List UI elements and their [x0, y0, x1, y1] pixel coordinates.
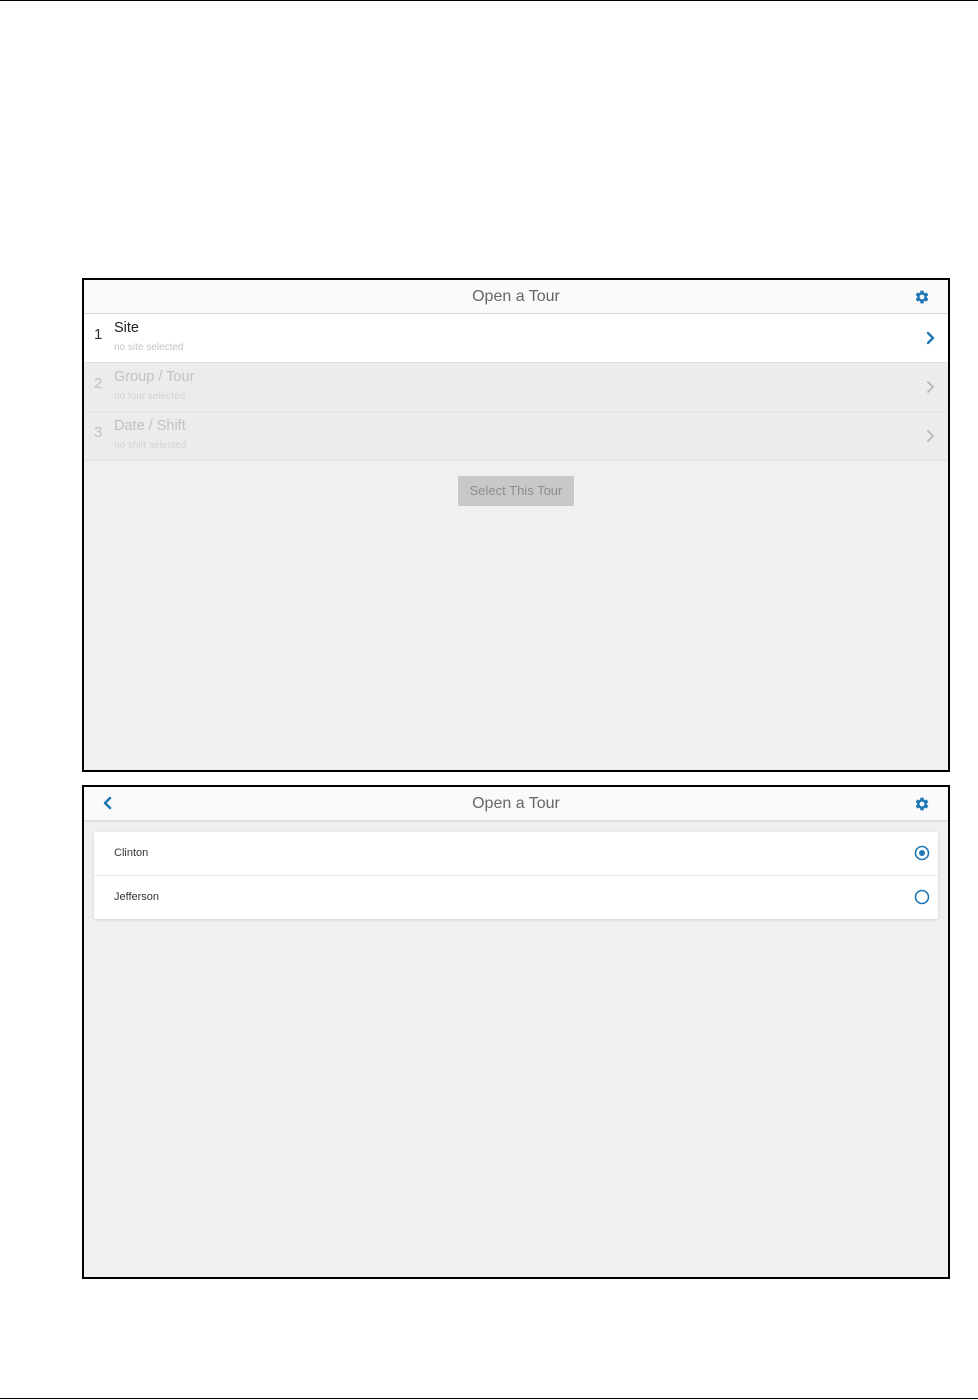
step-number: 3	[94, 424, 103, 441]
step-label: Site	[114, 320, 139, 336]
step-label: Group / Tour	[114, 369, 195, 385]
step-sublabel: no shift selected	[114, 440, 187, 451]
chevron-right-icon	[927, 430, 934, 442]
site-name: Clinton	[114, 847, 149, 859]
step-group-tour-row: 2 Group / Tour no tour selected	[84, 363, 948, 412]
step-sublabel: no site selected	[114, 342, 184, 353]
step-number: 1	[94, 326, 103, 343]
step-sublabel: no tour selected	[114, 391, 186, 402]
gear-icon[interactable]	[914, 289, 930, 305]
radio-selected-icon[interactable]	[914, 845, 930, 861]
page-top-rule	[0, 0, 978, 1]
page-bottom-rule	[0, 1398, 978, 1399]
page-title: Open a Tour	[472, 288, 560, 305]
app-bar: Open a Tour	[84, 280, 948, 314]
select-this-tour-button[interactable]: Select This Tour	[458, 476, 574, 506]
step-label: Date / Shift	[114, 418, 186, 434]
site-selection-screen: Open a Tour Clinton Jefferson	[82, 785, 950, 1279]
list-item[interactable]: Jefferson	[94, 875, 938, 919]
radio-unselected-icon[interactable]	[914, 889, 930, 905]
chevron-right-icon	[926, 331, 935, 345]
step-date-shift-row: 3 Date / Shift no shift selected	[84, 412, 948, 461]
step-number: 2	[94, 375, 103, 392]
page-title: Open a Tour	[472, 795, 560, 812]
app-bar: Open a Tour	[84, 787, 948, 821]
gear-icon[interactable]	[914, 796, 930, 812]
list-item[interactable]: Clinton	[94, 832, 938, 875]
chevron-right-icon	[927, 381, 934, 393]
site-name: Jefferson	[114, 891, 160, 903]
site-list: Clinton Jefferson	[94, 832, 938, 919]
open-tour-screen: Open a Tour 1 Site no site selected 2 Gr…	[82, 278, 950, 772]
step-site-row[interactable]: 1 Site no site selected	[84, 314, 948, 363]
